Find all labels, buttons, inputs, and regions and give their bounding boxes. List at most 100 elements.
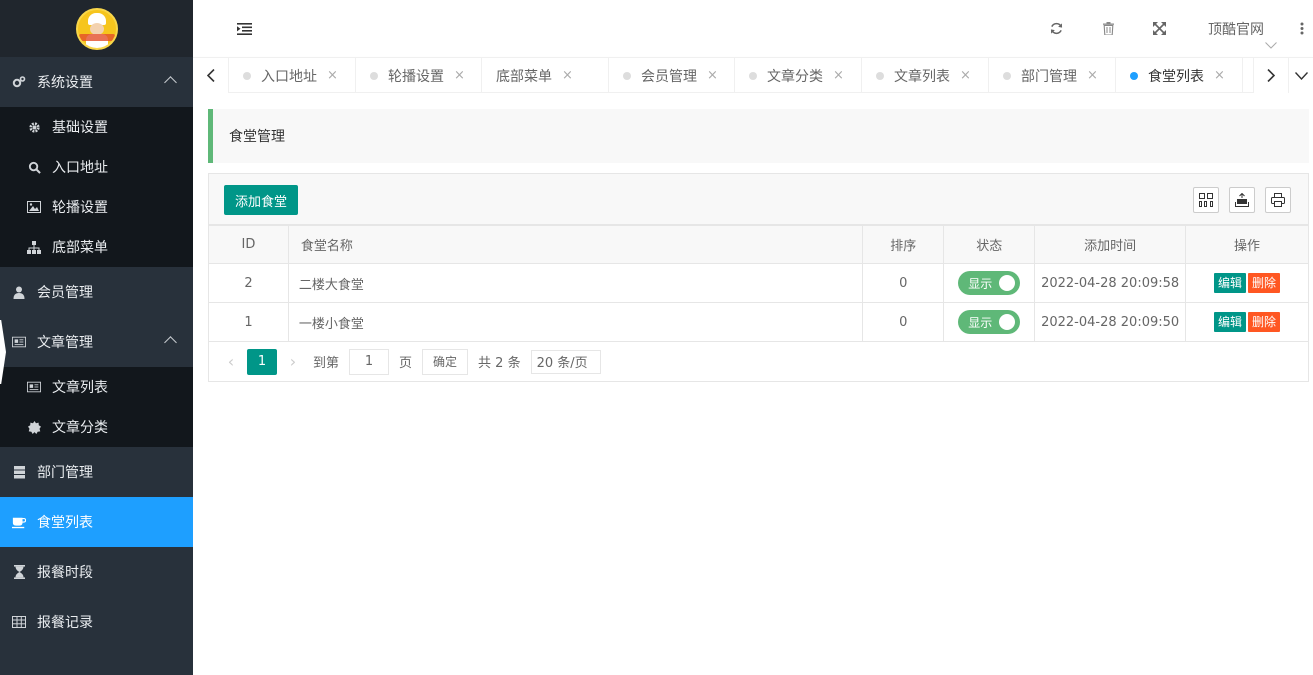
menu-toggle-button[interactable]: [229, 0, 259, 57]
refresh-button[interactable]: [1043, 0, 1069, 57]
expand-icon: [1152, 22, 1166, 35]
sidebar-item-label: 基础设置: [52, 120, 108, 136]
sidebar-item-articles[interactable]: 文章管理: [0, 317, 193, 367]
chevron-down-icon[interactable]: [1263, 38, 1279, 52]
tab-status-dot: [876, 71, 884, 80]
print-button[interactable]: [1265, 187, 1291, 213]
confirm-page-button[interactable]: 确定: [422, 348, 469, 375]
close-icon[interactable]: ×: [960, 68, 971, 83]
table-header-row: ID 食堂名称 排序 状态 添加时间 操作: [208, 225, 1309, 264]
page-title: 食堂管理: [208, 109, 1309, 163]
tab-status-dot: [623, 71, 631, 80]
page-tabs: 入口地址 × 轮播设置 × 底部菜单 × 会员管理 × 文章分类 × 文章列表 …: [193, 57, 1313, 93]
gears-icon: [12, 75, 26, 89]
status-toggle[interactable]: 显示: [958, 271, 1021, 295]
trash-icon: [1102, 22, 1114, 35]
tab-label: 文章列表: [894, 68, 950, 85]
sidebar-item-basic-settings[interactable]: 基础设置: [0, 107, 193, 147]
close-icon[interactable]: ×: [1214, 68, 1225, 83]
close-icon[interactable]: ×: [454, 68, 465, 83]
cell-name: 二楼大食堂: [287, 263, 864, 303]
tab-carousel-settings[interactable]: 轮播设置 ×: [356, 58, 482, 93]
newspaper-icon: [27, 380, 41, 394]
image-icon: [27, 200, 41, 214]
cell-name: 一楼小食堂: [287, 302, 864, 342]
close-icon[interactable]: ×: [562, 68, 573, 83]
prev-page-icon[interactable]: ‹: [221, 352, 241, 371]
logo[interactable]: [0, 0, 193, 57]
badge-icon: [27, 420, 41, 434]
sidebar-item-meal-periods[interactable]: 报餐时段: [0, 547, 193, 597]
hourglass-icon: [12, 565, 26, 579]
page-number-input[interactable]: 1: [349, 348, 390, 375]
sidebar-item-article-list[interactable]: 文章列表: [0, 367, 193, 407]
next-page-icon[interactable]: ›: [283, 352, 303, 371]
sidebar-item-canteen-list[interactable]: 食堂列表: [0, 497, 193, 547]
sidebar-item-members[interactable]: 会员管理: [0, 267, 193, 317]
add-canteen-button[interactable]: 添加食堂: [224, 185, 299, 215]
table-icon: [12, 615, 26, 629]
sidebar-item-label: 食堂列表: [37, 515, 93, 531]
sidebar-item-carousel-settings[interactable]: 轮播设置: [0, 187, 193, 227]
canteen-table: ID 食堂名称 排序 状态 添加时间 操作 2 二楼大食堂 0 显示 2022-…: [208, 225, 1309, 342]
table-toolbar: 添加食堂: [208, 173, 1309, 225]
columns-filter-button[interactable]: [1193, 187, 1219, 213]
fullscreen-button[interactable]: [1146, 0, 1172, 57]
tab-canteen-list[interactable]: 食堂列表 ×: [1116, 58, 1243, 93]
tab-entry-address[interactable]: 入口地址 ×: [229, 58, 356, 93]
sidebar-item-system-settings[interactable]: 系统设置: [0, 57, 193, 107]
tab-menu-button[interactable]: [1289, 58, 1313, 93]
tab-label: 食堂列表: [1148, 68, 1204, 85]
column-header-id[interactable]: ID: [208, 225, 289, 264]
column-header-name[interactable]: 食堂名称: [287, 225, 864, 264]
close-icon[interactable]: ×: [833, 68, 844, 83]
close-icon[interactable]: ×: [327, 68, 338, 83]
tab-article-list[interactable]: 文章列表 ×: [862, 58, 989, 93]
tab-departments[interactable]: 部门管理 ×: [989, 58, 1116, 93]
tab-members[interactable]: 会员管理 ×: [609, 58, 735, 93]
search-icon: [27, 160, 41, 174]
column-header-time[interactable]: 添加时间: [1034, 225, 1187, 264]
tab-scroll-left-button[interactable]: [193, 58, 229, 93]
status-toggle[interactable]: 显示: [958, 310, 1021, 334]
edit-button[interactable]: 编辑: [1214, 273, 1247, 293]
indent-icon: [236, 22, 252, 35]
export-icon: [1235, 193, 1249, 207]
sidebar: 系统设置 基础设置 入口地址 轮播设置 底部菜单 会员管理 文章管理 文章列表 …: [0, 0, 193, 675]
tab-bottom-menu[interactable]: 底部菜单 ×: [482, 58, 609, 93]
close-icon[interactable]: ×: [1087, 68, 1098, 83]
sidebar-item-departments[interactable]: 部门管理: [0, 447, 193, 497]
sidebar-item-meal-records[interactable]: 报餐记录: [0, 597, 193, 647]
export-button[interactable]: [1229, 187, 1255, 213]
column-header-sort[interactable]: 排序: [862, 225, 945, 264]
delete-button[interactable]: 删除: [1248, 312, 1281, 332]
tab-label: 部门管理: [1021, 68, 1077, 85]
delete-button[interactable]: 删除: [1248, 273, 1281, 293]
current-page-button[interactable]: 1: [247, 348, 277, 375]
sidebar-item-bottom-menu[interactable]: 底部菜单: [0, 227, 193, 267]
main-content: 食堂管理 添加食堂 ID 食堂名称 排序 状态 添加时间 操作 2 二楼大食堂 …: [193, 93, 1313, 675]
more-vertical-icon: [1300, 22, 1304, 35]
sidebar-item-entry-address[interactable]: 入口地址: [0, 147, 193, 187]
tab-scroll-right-button[interactable]: [1253, 58, 1289, 93]
page-size-select[interactable]: 20 条/页: [530, 349, 601, 374]
more-menu-button[interactable]: [1295, 0, 1309, 57]
refresh-icon: [1050, 22, 1062, 35]
pagination: ‹ 1 › 到第 1 页 确定 共 2 条 20 条/页: [208, 342, 1309, 382]
close-icon[interactable]: ×: [707, 68, 718, 83]
newspaper-icon: [12, 335, 26, 349]
edit-button[interactable]: 编辑: [1214, 312, 1247, 332]
tab-status-dot: [243, 71, 251, 80]
tab-article-category[interactable]: 文章分类 ×: [735, 58, 862, 93]
sidebar-item-article-category[interactable]: 文章分类: [0, 407, 193, 447]
cell-actions: 编辑 删除: [1185, 263, 1309, 303]
chevron-up-icon: [164, 336, 177, 349]
status-toggle-label: 显示: [968, 315, 993, 330]
column-header-status[interactable]: 状态: [943, 225, 1036, 264]
sidebar-item-label: 轮播设置: [52, 200, 108, 216]
tab-label: 入口地址: [261, 68, 317, 85]
status-toggle-label: 显示: [968, 276, 993, 291]
print-icon: [1271, 193, 1285, 207]
clear-cache-button[interactable]: [1095, 0, 1121, 57]
cell-time: 2022-04-28 20:09:50: [1034, 302, 1187, 342]
